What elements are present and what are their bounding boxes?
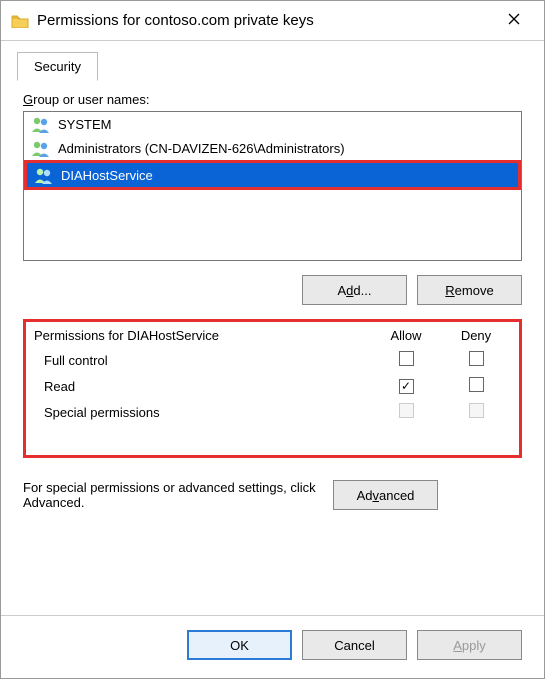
titlebar: Permissions for contoso.com private keys — [1, 1, 544, 41]
list-item-label: Administrators (CN-DAVIZEN-626\Administr… — [58, 141, 345, 156]
perm-row-special: Special permissions — [34, 399, 511, 425]
permissions-header: Permissions for DIAHostService Allow Den… — [34, 324, 511, 347]
cancel-button[interactable]: Cancel — [302, 630, 407, 660]
list-item[interactable]: Administrators (CN-DAVIZEN-626\Administr… — [24, 136, 521, 160]
checkbox-read-allow[interactable]: ✓ — [399, 379, 414, 394]
tab-security[interactable]: Security — [17, 52, 98, 81]
permissions-panel-callout: Permissions for DIAHostService Allow Den… — [23, 319, 522, 458]
checkbox-special-deny — [469, 403, 484, 418]
col-deny: Deny — [441, 328, 511, 343]
advanced-button[interactable]: Advanced — [333, 480, 438, 510]
groups-label: GGroup or user names:roup or user names: — [23, 92, 522, 107]
col-allow: Allow — [371, 328, 441, 343]
checkbox-full-deny[interactable] — [469, 351, 484, 366]
perm-name: Special permissions — [34, 405, 371, 420]
perm-name: Read — [34, 379, 371, 394]
permissions-dialog: Permissions for contoso.com private keys… — [0, 0, 545, 679]
list-item-label: DIAHostService — [61, 168, 153, 183]
list-item-selected[interactable]: DIAHostService — [27, 163, 518, 187]
list-buttons: Add... Remove Add... Remove — [23, 275, 522, 305]
list-item[interactable]: SYSTEM — [24, 112, 521, 136]
tabs: Security — [1, 41, 544, 80]
apply-button: Apply — [417, 630, 522, 660]
principals-list[interactable]: SYSTEM Administrators (CN-DAVIZEN-626\Ad… — [23, 111, 522, 261]
advanced-hint-text: For special permissions or advanced sett… — [23, 480, 323, 510]
dialog-title: Permissions for contoso.com private keys — [37, 12, 494, 29]
perm-name: Full control — [34, 353, 371, 368]
checkbox-read-deny[interactable] — [469, 377, 484, 392]
group-icon — [30, 115, 52, 133]
checkbox-full-allow[interactable] — [399, 351, 414, 366]
advanced-row: For special permissions or advanced sett… — [23, 480, 522, 510]
add-button[interactable]: Add... — [302, 275, 407, 305]
perm-row-full-control: Full control — [34, 347, 511, 373]
dialog-footer: OK Cancel Apply Apply — [1, 615, 544, 678]
close-button[interactable] — [494, 1, 534, 41]
selection-highlight-callout: DIAHostService — [24, 160, 521, 190]
group-icon — [30, 139, 52, 157]
content: GGroup or user names:roup or user names:… — [1, 80, 544, 615]
group-icon — [33, 166, 55, 184]
checkbox-special-allow — [399, 403, 414, 418]
permissions-for-label: Permissions for DIAHostService — [34, 328, 371, 343]
folder-icon — [11, 14, 29, 28]
close-icon — [507, 10, 521, 31]
list-item-label: SYSTEM — [58, 117, 111, 132]
perm-row-read: Read ✓ — [34, 373, 511, 399]
remove-button[interactable]: Remove — [417, 275, 522, 305]
ok-button[interactable]: OK — [187, 630, 292, 660]
